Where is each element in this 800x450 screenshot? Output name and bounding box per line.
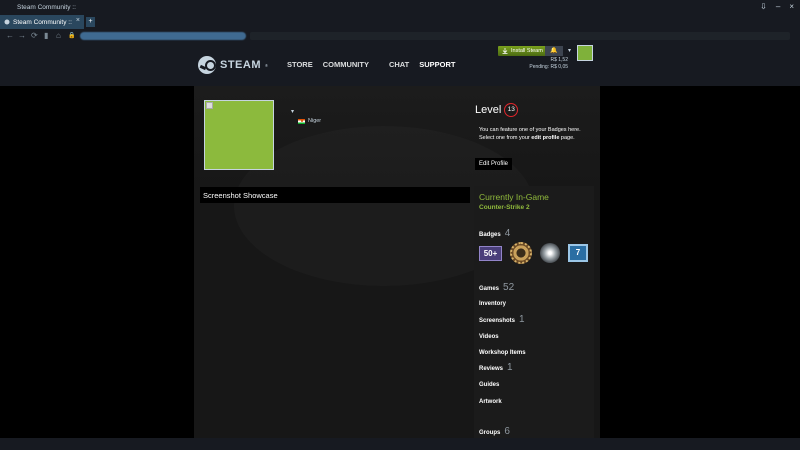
inventory-link[interactable]: Inventory bbox=[479, 301, 506, 307]
level-badge[interactable]: 13 bbox=[504, 103, 519, 117]
workshop-label: Workshop Items bbox=[479, 350, 526, 356]
badge-7-years[interactable]: 7 bbox=[568, 244, 588, 262]
notifications-button[interactable]: 🔔 bbox=[545, 46, 563, 56]
home-icon[interactable]: ⌂ bbox=[56, 30, 61, 42]
guides-label: Guides bbox=[479, 382, 500, 388]
badge-gear-icon[interactable] bbox=[510, 242, 532, 264]
reviews-link[interactable]: Reviews 1 bbox=[479, 362, 513, 373]
reviews-count: 1 bbox=[507, 362, 513, 373]
online-status: Currently In-Game bbox=[479, 192, 549, 202]
url-field[interactable] bbox=[80, 32, 246, 40]
games-label: Games bbox=[479, 286, 500, 292]
close-window-icon[interactable]: × bbox=[789, 1, 794, 13]
badge-hint-end: page. bbox=[559, 135, 575, 141]
broken-image-icon bbox=[206, 102, 213, 109]
download-icon bbox=[502, 48, 508, 54]
workshop-link[interactable]: Workshop Items bbox=[479, 350, 526, 356]
badge-hint-line-2: Select one from your edit profile page. bbox=[479, 134, 599, 142]
tab-steam-community[interactable]: Steam Community :: × bbox=[0, 15, 84, 29]
nav-chat[interactable]: CHAT bbox=[389, 60, 409, 69]
nav-support[interactable]: SUPPORT bbox=[419, 60, 455, 69]
lock-icon: 🔒 bbox=[68, 33, 76, 39]
url-bar-background bbox=[250, 32, 790, 40]
guides-link[interactable]: Guides bbox=[479, 382, 499, 388]
forward-icon[interactable]: → bbox=[18, 30, 26, 42]
profile-level: Level 13 bbox=[475, 103, 519, 117]
groups-count: 6 bbox=[504, 426, 510, 437]
badges-label: Badges bbox=[479, 232, 501, 238]
tab-close-icon[interactable]: × bbox=[76, 17, 80, 24]
account-avatar[interactable] bbox=[577, 45, 593, 61]
games-count: 52 bbox=[503, 282, 515, 293]
profile-avatar[interactable] bbox=[204, 100, 274, 170]
badge-50-plus[interactable]: 50+ bbox=[479, 245, 502, 261]
new-tab-button[interactable]: + bbox=[86, 17, 95, 27]
profile-sidebar: Currently In-Game Counter-Strike 2 Badge… bbox=[474, 186, 594, 438]
name-history-caret-icon[interactable]: ▾ bbox=[291, 108, 294, 115]
nav-bar: ← → ⟳ ▮ ⌂ 🔒 bbox=[0, 29, 800, 43]
steam-logo-icon bbox=[198, 56, 216, 74]
screenshot-showcase-header: Screenshot Showcase bbox=[200, 187, 470, 203]
games-link[interactable]: Games 52 bbox=[479, 282, 514, 293]
screenshots-link[interactable]: Screenshots 1 bbox=[479, 314, 525, 325]
download-icon[interactable]: ⇩ bbox=[760, 1, 767, 13]
badge-hint-line-1: You can feature one of your Badges here. bbox=[479, 127, 581, 133]
showcase-title: Screenshot Showcase bbox=[203, 191, 278, 200]
bottom-status-strip bbox=[0, 438, 800, 450]
tab-label: Steam Community :: bbox=[13, 18, 72, 26]
steam-header: STEAM ® STORE COMMUNITY CHAT SUPPORT Ins… bbox=[0, 43, 800, 86]
steam-logo[interactable]: STEAM ® bbox=[198, 56, 268, 74]
current-game[interactable]: Counter-Strike 2 bbox=[479, 204, 530, 211]
window-titlebar: Steam Community :: ⇩ – × bbox=[0, 0, 800, 14]
window-controls: ⇩ – × bbox=[760, 1, 794, 13]
window-title: Steam Community :: bbox=[17, 3, 76, 11]
badge-hint-text: Select one from your bbox=[479, 135, 532, 141]
nav-store[interactable]: STORE bbox=[287, 60, 313, 69]
videos-label: Videos bbox=[479, 334, 499, 340]
reload-icon[interactable]: ⟳ bbox=[31, 30, 38, 42]
nav-community[interactable]: COMMUNITY bbox=[323, 60, 369, 69]
wallet-pending: Pending: R$ 0,05 bbox=[529, 63, 568, 70]
reviews-label: Reviews bbox=[479, 366, 504, 372]
main-nav: STORE COMMUNITY CHAT SUPPORT bbox=[287, 60, 456, 69]
profile-panel: ▾ Niger Screenshot Showcase Level 13 You… bbox=[194, 86, 600, 438]
niger-flag-icon bbox=[298, 118, 305, 124]
groups-label: Groups bbox=[479, 430, 501, 436]
featured-badge-hint: You can feature one of your Badges here.… bbox=[479, 126, 599, 142]
location-label: Niger bbox=[308, 118, 322, 124]
profile-location: Niger bbox=[298, 118, 321, 124]
steam-tab-icon bbox=[4, 19, 10, 25]
screenshots-label: Screenshots bbox=[479, 318, 516, 324]
minimize-icon[interactable]: – bbox=[776, 1, 780, 13]
artwork-label: Artwork bbox=[479, 399, 502, 405]
tab-strip: Steam Community :: × + bbox=[0, 14, 800, 29]
badge-cs-icon[interactable] bbox=[540, 243, 560, 263]
videos-link[interactable]: Videos bbox=[479, 334, 499, 340]
trademark-mark: ® bbox=[265, 62, 268, 68]
bookmark-icon[interactable]: ▮ bbox=[44, 30, 48, 42]
badge-row: 50+ 7 bbox=[479, 242, 588, 264]
wallet-info: R$ 1,52 Pending: R$ 0,05 bbox=[520, 57, 568, 70]
steam-logo-text: STEAM bbox=[220, 59, 261, 71]
edit-profile-button[interactable]: Edit Profile bbox=[475, 158, 513, 170]
bell-icon: 🔔 bbox=[550, 48, 558, 54]
back-icon[interactable]: ← bbox=[6, 30, 14, 42]
level-label: Level bbox=[475, 104, 502, 116]
badges-link[interactable]: Badges 4 bbox=[479, 228, 510, 239]
edit-profile-link[interactable]: edit profile bbox=[531, 135, 559, 141]
screenshots-count: 1 bbox=[519, 314, 525, 325]
account-menu-caret[interactable]: ▾ bbox=[568, 47, 571, 54]
artwork-link[interactable]: Artwork bbox=[479, 399, 502, 405]
groups-link[interactable]: Groups 6 bbox=[479, 426, 510, 437]
install-steam-label: Install Steam bbox=[511, 48, 543, 54]
install-steam-button[interactable]: Install Steam bbox=[498, 46, 547, 56]
badges-count: 4 bbox=[504, 228, 511, 239]
inventory-label: Inventory bbox=[479, 301, 507, 307]
